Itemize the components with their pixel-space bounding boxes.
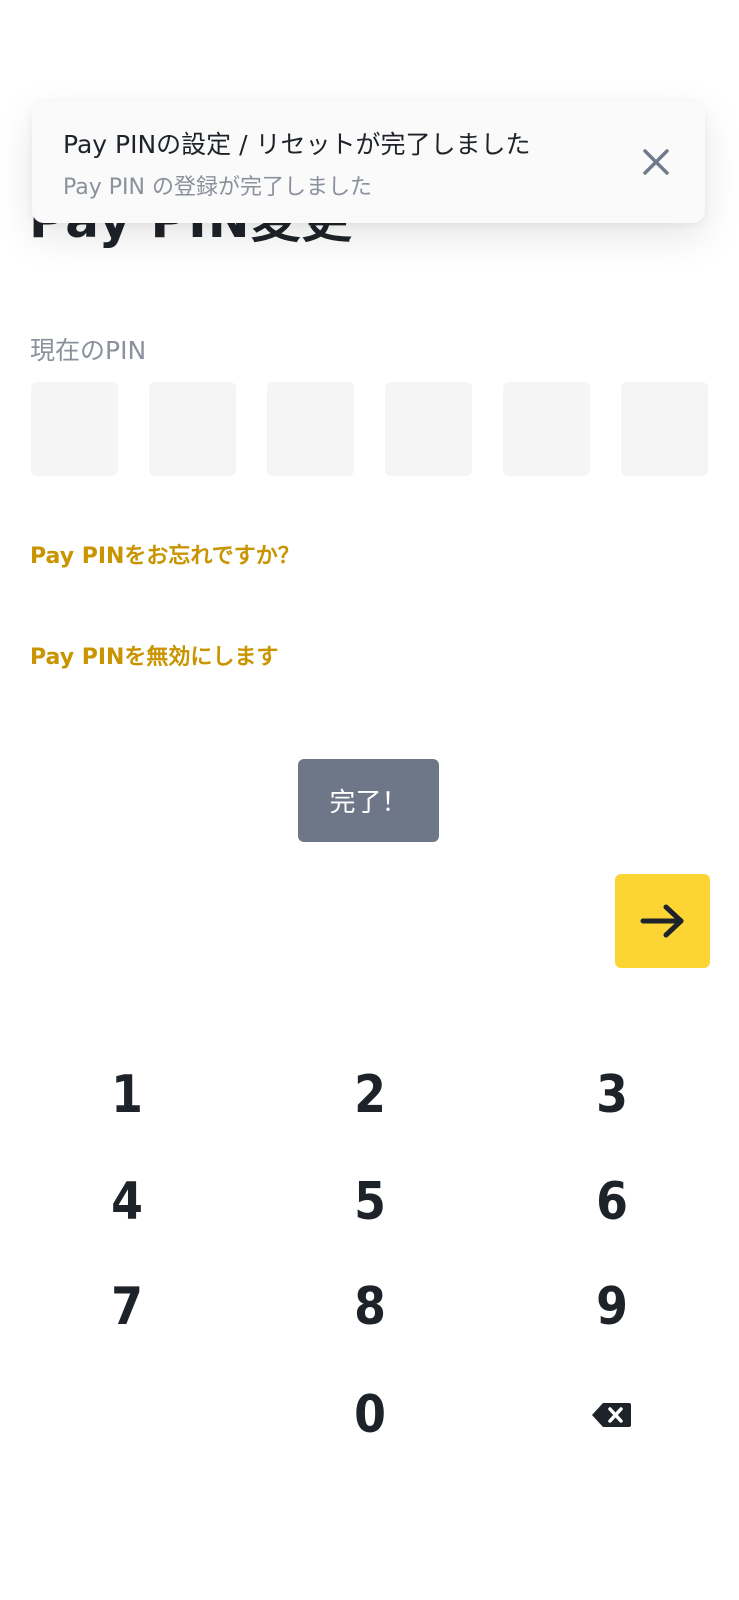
notification-toast: Pay PINの設定 / リセットが完了しました Pay PIN の登録が完了し… [32,101,705,223]
key-8[interactable]: 8 [282,1257,458,1357]
pin-digit-box[interactable] [267,382,354,476]
key-7[interactable]: 7 [39,1257,215,1357]
numeric-keypad: 1 2 3 4 5 6 7 8 9 0 [0,1045,739,1475]
key-2[interactable]: 2 [282,1045,458,1145]
key-6[interactable]: 6 [524,1152,700,1252]
arrow-right-icon [640,904,683,938]
done-toast: 完了！ [298,759,439,842]
pin-digit-box[interactable] [149,382,236,476]
next-button[interactable] [615,874,710,968]
forgot-pin-link[interactable]: Pay PINをお忘れですか？ [30,538,300,570]
key-1[interactable]: 1 [39,1045,215,1145]
key-0[interactable]: 0 [282,1365,458,1465]
toast-subtitle: Pay PIN の登録が完了しました [63,175,372,200]
disable-pin-link[interactable]: Pay PINを無効にします [30,639,278,671]
pin-digit-box[interactable] [31,382,118,476]
key-9[interactable]: 9 [524,1257,700,1357]
key-4[interactable]: 4 [39,1152,215,1252]
toast-title: Pay PINの設定 / リセットが完了しました [63,130,531,159]
pin-input-row[interactable] [31,382,709,476]
pin-digit-box[interactable] [621,382,708,476]
pin-label: 現在のPIN [30,336,147,365]
pin-digit-box[interactable] [503,382,590,476]
key-3[interactable]: 3 [524,1045,700,1145]
backspace-icon [592,1403,631,1427]
close-icon[interactable] [639,145,673,179]
key-5[interactable]: 5 [282,1152,458,1252]
backspace-key[interactable] [512,1365,712,1465]
pin-digit-box[interactable] [385,382,472,476]
